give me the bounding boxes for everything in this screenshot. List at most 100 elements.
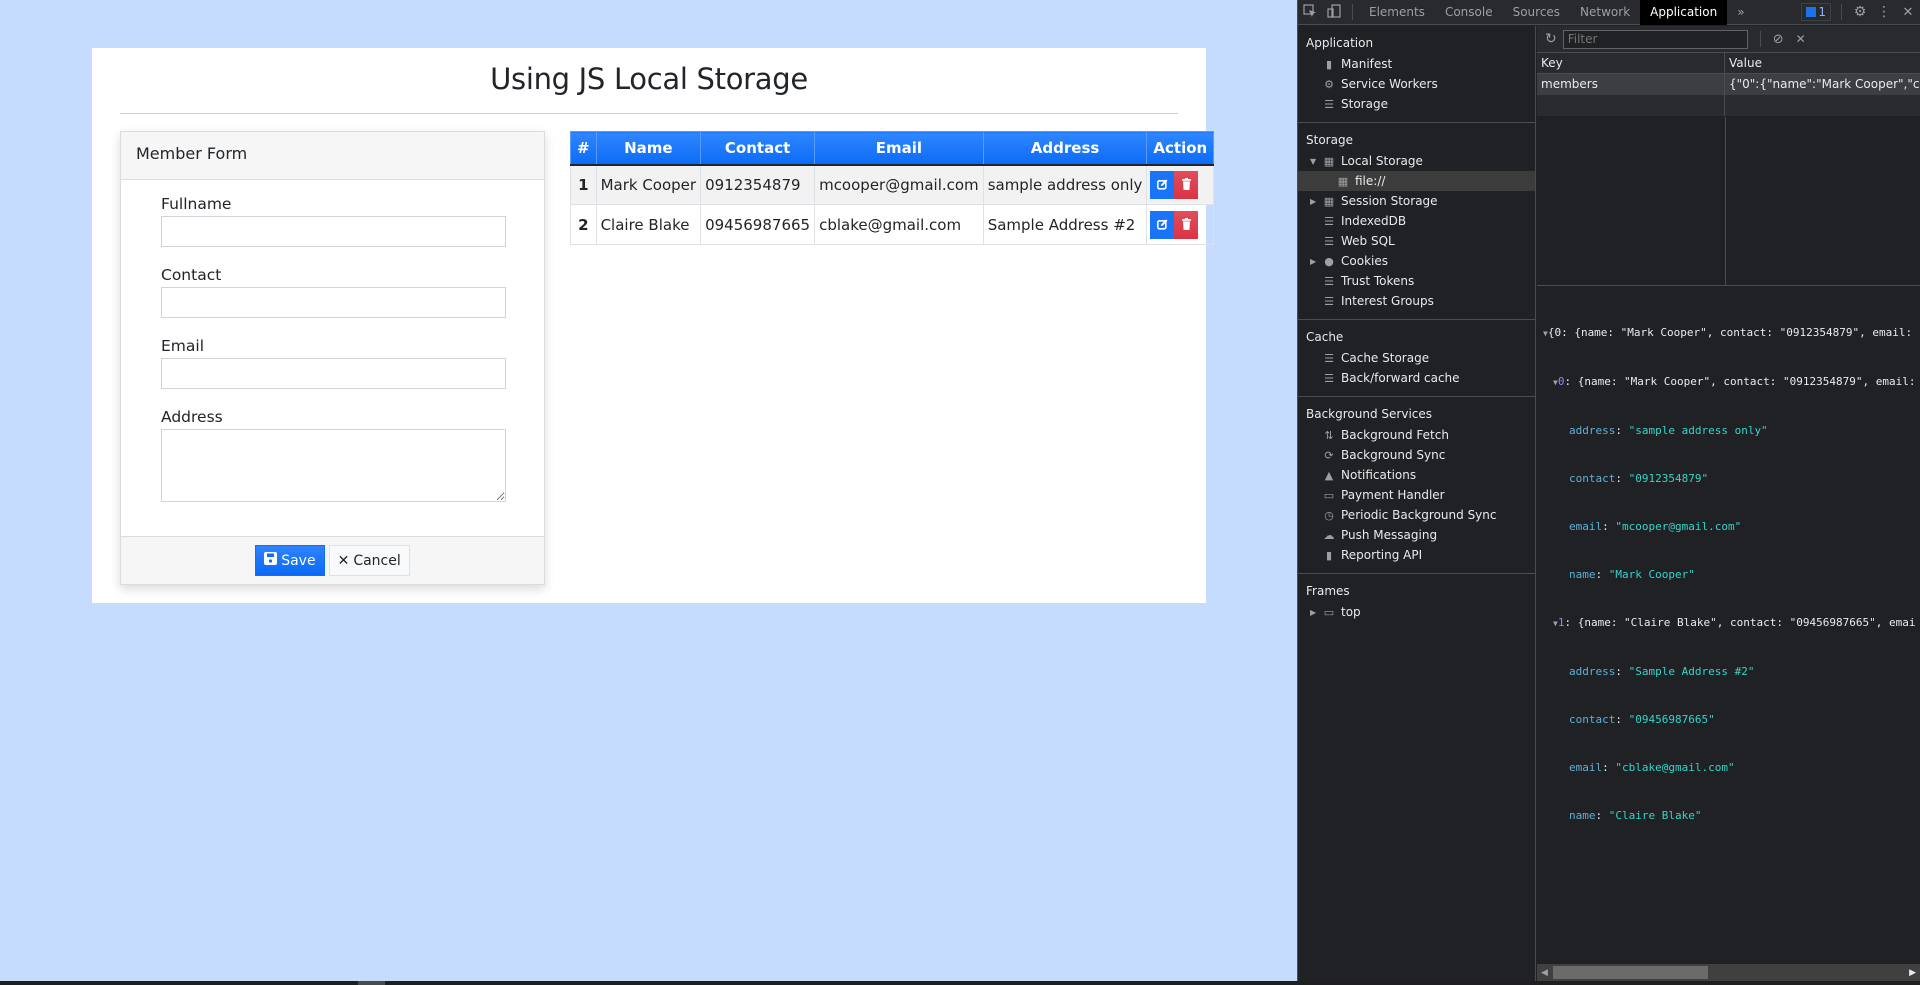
sidebar-item-interest-groups[interactable]: ☰ Interest Groups xyxy=(1298,291,1535,311)
sidebar-item-session-storage[interactable]: ▶ ▦ Session Storage xyxy=(1298,191,1535,211)
delete-button[interactable] xyxy=(1174,210,1199,239)
table-row: 1 Mark Cooper 0912354879 mcooper@gmail.c… xyxy=(570,164,1215,205)
filter-input[interactable] xyxy=(1562,29,1748,49)
member-form-card: Member Form Fullname Contact Email Addre… xyxy=(120,131,545,585)
toolbar-divider xyxy=(1759,31,1761,47)
close-devtools-button[interactable]: ✕ xyxy=(1896,0,1920,24)
database-icon: ☰ xyxy=(1324,214,1334,228)
refresh-button[interactable]: ↻ xyxy=(1545,31,1557,47)
preview-item[interactable]: ▼0: {name: "Mark Cooper", contact: "0912… xyxy=(1543,374,1920,391)
sidebar-item-local-storage[interactable]: ▼ ▦ Local Storage xyxy=(1298,151,1535,171)
fullname-label: Fullname xyxy=(161,195,232,213)
sidebar-item-back-forward-cache[interactable]: ☰ Back/forward cache xyxy=(1298,368,1535,388)
inspect-element-button[interactable] xyxy=(1298,0,1322,24)
scrollbar-thumb[interactable] xyxy=(1553,966,1708,979)
more-tabs-button[interactable]: » xyxy=(1727,0,1754,25)
sidebar-item-notifications[interactable]: ▲ Notifications xyxy=(1298,465,1535,485)
preview-item[interactable]: ▼1: {name: "Claire Blake", contact: "094… xyxy=(1543,615,1920,632)
sidebar-item-background-fetch[interactable]: ⇅ Background Fetch xyxy=(1298,425,1535,445)
sidebar-item-storage[interactable]: ☰ Storage xyxy=(1298,94,1535,114)
address-textarea[interactable] xyxy=(161,429,506,502)
sync-icon: ⟳ xyxy=(1324,448,1334,462)
item-label: Service Workers xyxy=(1341,77,1438,91)
scroll-left-icon[interactable]: ◀ xyxy=(1541,968,1548,978)
sidebar-item-payment-handler[interactable]: ▭ Payment Handler xyxy=(1298,485,1535,505)
edit-icon xyxy=(1156,176,1168,194)
collapsed-arrow-icon[interactable]: ▶ xyxy=(1310,197,1316,206)
trash-icon xyxy=(1181,176,1191,194)
device-toolbar-button[interactable] xyxy=(1322,0,1346,24)
table-header-row: # Name Contact Email Address Action xyxy=(570,131,1215,166)
delete-selected-button[interactable]: ✕ xyxy=(1796,32,1806,46)
sidebar-item-frame-top[interactable]: ▶ ▭ top xyxy=(1298,602,1535,622)
item-label: file:// xyxy=(1355,174,1386,188)
section-title: Frames xyxy=(1306,584,1350,598)
horizontal-scrollbar[interactable]: ◀ ▶ xyxy=(1537,964,1920,981)
item-summary: {name: "Mark Cooper", contact: "09123548… xyxy=(1577,375,1916,388)
gear-icon: ⚙ xyxy=(1324,77,1334,91)
sidebar-item-manifest[interactable]: ▮ Manifest xyxy=(1298,54,1535,74)
email-input[interactable] xyxy=(161,358,506,389)
sidebar-item-service-workers[interactable]: ⚙ Service Workers xyxy=(1298,74,1535,94)
toolbar-divider xyxy=(1352,4,1353,20)
more-options-button[interactable]: ⋮ xyxy=(1872,0,1896,24)
collapsed-arrow-icon[interactable]: ▶ xyxy=(1310,257,1316,266)
delete-button[interactable] xyxy=(1174,170,1199,199)
sidebar-item-background-sync[interactable]: ⟳ Background Sync xyxy=(1298,445,1535,465)
tab-sources[interactable]: Sources xyxy=(1503,0,1570,25)
item-label: Notifications xyxy=(1341,468,1417,482)
sidebar-item-periodic-background-sync[interactable]: ◷ Periodic Background Sync xyxy=(1298,505,1535,525)
tab-application[interactable]: Application xyxy=(1640,0,1728,25)
tab-console[interactable]: Console xyxy=(1435,0,1503,25)
arrows-updown-icon: ⇅ xyxy=(1324,428,1334,442)
col-header-index: # xyxy=(570,131,597,166)
fullname-input[interactable] xyxy=(161,216,506,247)
sidebar-item-push-messaging[interactable]: ☁ Push Messaging xyxy=(1298,525,1535,545)
sidebar-item-cache-storage[interactable]: ☰ Cache Storage xyxy=(1298,348,1535,368)
tab-network[interactable]: Network xyxy=(1570,0,1640,25)
sidebar-item-web-sql[interactable]: ☰ Web SQL xyxy=(1298,231,1535,251)
sidebar-item-file-origin[interactable]: ▦ file:// xyxy=(1298,171,1535,191)
value-preview: ▼{0: {name: "Mark Cooper", contact: "091… xyxy=(1537,286,1920,856)
device-icon xyxy=(1327,3,1341,21)
sidebar-item-reporting-api[interactable]: ▮ Reporting API xyxy=(1298,545,1535,565)
title-divider xyxy=(120,113,1178,114)
save-button[interactable]: Save xyxy=(255,545,325,576)
edit-button[interactable] xyxy=(1150,170,1175,199)
sidebar-item-indexeddb[interactable]: ☰ IndexedDB xyxy=(1298,211,1535,231)
database-icon: ☰ xyxy=(1324,274,1334,288)
item-label: top xyxy=(1341,605,1361,619)
edit-button[interactable] xyxy=(1150,210,1175,239)
col-header-email: Email xyxy=(814,131,984,166)
section-title: Cache xyxy=(1306,330,1344,344)
sidebar-section-frames: Frames ▶ ▭ top xyxy=(1298,574,1535,630)
row-name: Claire Blake xyxy=(595,204,702,245)
preview-prop: name: "Mark Cooper" xyxy=(1569,568,1695,581)
col-header-address: Address xyxy=(982,131,1148,166)
grid-row[interactable]: members {"0":{"name":"Mark Cooper","co..… xyxy=(1537,74,1920,95)
preview-prop: address: "Sample Address #2" xyxy=(1569,665,1755,678)
section-title: Application xyxy=(1306,36,1374,50)
settings-button[interactable]: ⚙ xyxy=(1848,0,1872,24)
cancel-button[interactable]: ✕ Cancel xyxy=(328,545,410,576)
value-column-header[interactable]: Value xyxy=(1725,53,1920,73)
contact-input[interactable] xyxy=(161,287,506,318)
gear-icon: ⚙ xyxy=(1853,4,1867,20)
sidebar-item-cookies[interactable]: ▶ ● Cookies xyxy=(1298,251,1535,271)
message-icon xyxy=(1806,7,1817,17)
preview-prop: email: "mcooper@gmail.com" xyxy=(1569,520,1742,533)
tab-elements[interactable]: Elements xyxy=(1359,0,1435,25)
scroll-right-icon[interactable]: ▶ xyxy=(1909,968,1916,978)
section-title: Storage xyxy=(1306,133,1353,147)
issues-badge[interactable]: 1 xyxy=(1801,3,1831,21)
collapsed-arrow-icon[interactable]: ▶ xyxy=(1310,608,1316,617)
clear-all-button[interactable]: ⊘ xyxy=(1773,32,1784,47)
members-table: # Name Contact Email Address Action 1 Ma… xyxy=(570,131,1215,245)
expanded-arrow-icon[interactable]: ▼ xyxy=(1310,157,1316,166)
trash-icon xyxy=(1181,216,1191,234)
clock-icon: ◷ xyxy=(1324,508,1334,522)
preview-root[interactable]: ▼{0: {name: "Mark Cooper", contact: "091… xyxy=(1543,325,1920,342)
sidebar-item-trust-tokens[interactable]: ☰ Trust Tokens xyxy=(1298,271,1535,291)
storage-grid: Key Value members {"0":{"name":"Mark Coo… xyxy=(1537,53,1920,286)
key-column-header[interactable]: Key xyxy=(1537,53,1725,73)
